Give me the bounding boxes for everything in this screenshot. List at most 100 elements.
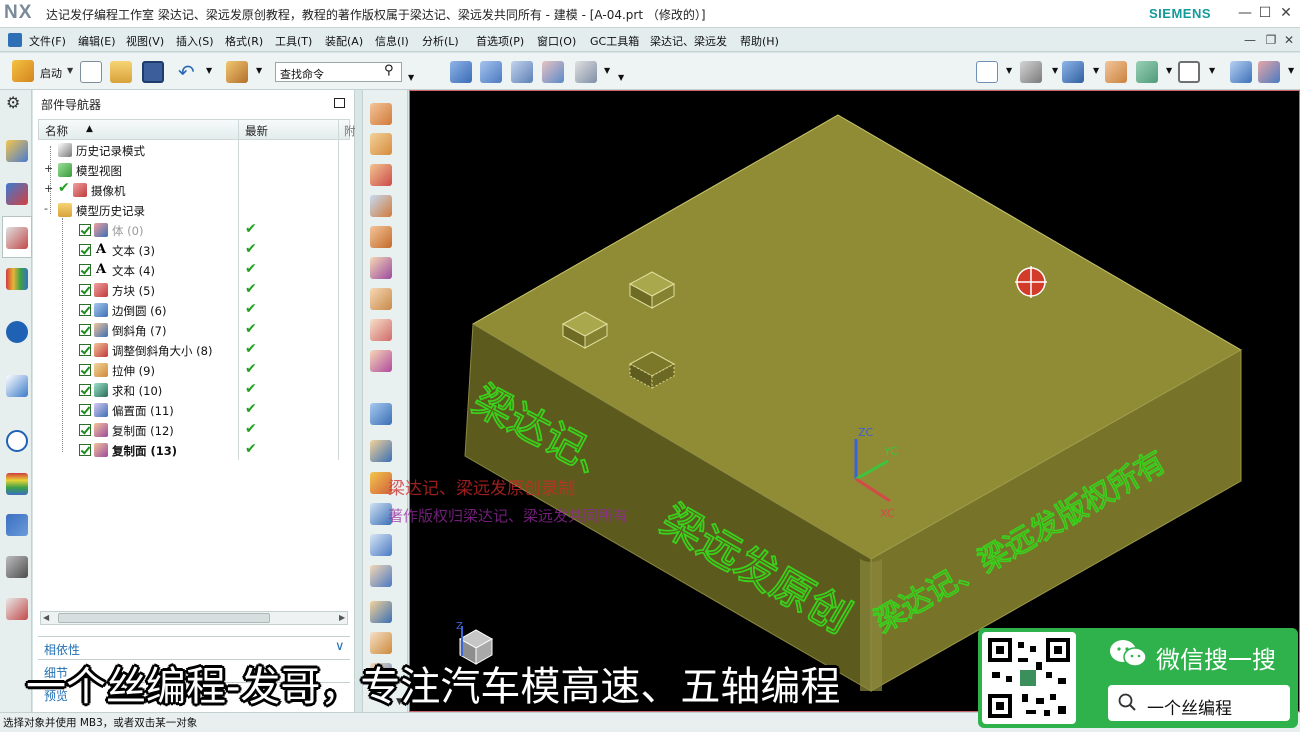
sort-ascending-icon[interactable]: ▲ — [86, 124, 93, 134]
maximize-panel-icon[interactable] — [334, 98, 345, 108]
edge-blend-tool-icon[interactable] — [370, 257, 392, 279]
draft-icon[interactable] — [370, 319, 392, 341]
constraint-navigator-icon[interactable] — [6, 183, 28, 205]
visibility-checkbox[interactable] — [79, 244, 91, 256]
visibility-checkbox[interactable] — [79, 444, 91, 456]
part-tools-icon[interactable] — [226, 61, 248, 83]
synchronous-icon[interactable] — [370, 601, 392, 623]
orient-dropdown-icon[interactable]: ▼ — [1052, 66, 1058, 75]
toolbar-overflow-icon[interactable]: ▼ — [408, 73, 414, 82]
tree-node[interactable]: 复制面 (12) ✔ — [38, 420, 350, 440]
move-object-icon[interactable] — [1230, 61, 1252, 83]
visibility-checkbox[interactable] — [79, 324, 91, 336]
expand-toggle-icon[interactable]: + — [44, 162, 53, 175]
layer-icon[interactable] — [1105, 61, 1127, 83]
visibility-checkbox[interactable] — [79, 404, 91, 416]
menu-tools[interactable]: 工具(T) — [275, 33, 312, 49]
tree-node[interactable]: 偏置面 (11) ✔ — [38, 400, 350, 420]
model-viewport[interactable]: ZC YC XC Z 梁达记、 梁远发原创 梁达记、梁远发版权所有 — [410, 91, 1300, 712]
part-tools-dropdown-icon[interactable]: ▼ — [256, 66, 262, 75]
maximize-button[interactable]: ☐ — [1256, 4, 1274, 22]
visibility-checkbox[interactable] — [79, 224, 91, 236]
column-attached[interactable]: 附 — [344, 123, 356, 139]
menu-preferences[interactable]: 首选项(P) — [476, 33, 524, 49]
tree-node[interactable]: 倒斜角 (7) ✔ — [38, 320, 350, 340]
doc-restore-button[interactable]: ❐ — [1262, 31, 1280, 49]
shade-dropdown-icon[interactable]: ▼ — [1093, 66, 1099, 75]
chamfer-tool-icon[interactable] — [370, 288, 392, 310]
replace-face-icon[interactable] — [370, 565, 392, 587]
undo-dropdown-icon[interactable]: ▼ — [206, 66, 212, 75]
menu-format[interactable]: 格式(R) — [225, 33, 263, 49]
menu-information[interactable]: 信息(I) — [375, 33, 409, 49]
shell-icon[interactable] — [370, 350, 392, 372]
visibility-checkbox[interactable] — [79, 264, 91, 276]
minimize-button[interactable]: — — [1236, 4, 1254, 22]
part-navigator-icon[interactable] — [6, 227, 28, 249]
scrollbar-thumb[interactable] — [58, 613, 270, 623]
info-icon[interactable] — [6, 321, 28, 343]
wcs-icon[interactable] — [1136, 61, 1158, 83]
tree-node[interactable]: 历史记录模式 — [38, 140, 350, 160]
roles-icon[interactable] — [6, 556, 28, 578]
assembly-navigator-icon[interactable] — [6, 140, 28, 162]
tree-node[interactable]: 调整倒斜角大小 (8) ✔ — [38, 340, 350, 360]
start-icon[interactable] — [12, 60, 34, 82]
web-browser-icon[interactable] — [6, 375, 28, 397]
hole-icon[interactable] — [370, 164, 392, 186]
tree-node[interactable]: + ✔ 摄像机 — [38, 180, 350, 200]
tree-node[interactable]: A 文本 (4) ✔ — [38, 260, 350, 280]
command-finder-input[interactable]: 查找命令 — [275, 62, 402, 82]
tree-node[interactable]: + 模型视图 — [38, 160, 350, 180]
orient-view-icon[interactable] — [1020, 61, 1042, 83]
save-icon[interactable] — [142, 61, 164, 83]
visibility-checkbox[interactable] — [79, 284, 91, 296]
visibility-checkbox[interactable] — [79, 364, 91, 376]
start-dropdown-icon[interactable]: ▼ — [67, 66, 73, 75]
menu-help[interactable]: 帮助(H) — [740, 33, 779, 49]
expand-toggle-icon[interactable]: + — [44, 182, 53, 195]
menu-window[interactable]: 窗口(O) — [537, 33, 576, 49]
toolbar2-overflow-icon[interactable]: ▼ — [618, 73, 624, 82]
extrude-icon[interactable] — [370, 133, 392, 155]
close-button[interactable]: ✕ — [1277, 4, 1295, 22]
process-studio-icon[interactable] — [6, 514, 28, 536]
scroll-left-icon[interactable]: ◀ — [43, 613, 49, 622]
delete-face-icon[interactable] — [370, 534, 392, 556]
tree-node[interactable]: 边倒圆 (6) ✔ — [38, 300, 350, 320]
doc-minimize-button[interactable]: — — [1241, 31, 1259, 49]
transform-icon[interactable] — [1258, 61, 1280, 83]
move-face-icon[interactable] — [370, 440, 392, 462]
menu-insert[interactable]: 插入(S) — [176, 33, 214, 49]
sketch-icon[interactable] — [370, 103, 392, 125]
column-latest[interactable]: 最新 — [245, 123, 268, 139]
tree-node[interactable]: A 文本 (3) ✔ — [38, 240, 350, 260]
surface-dropdown-icon[interactable]: ▼ — [604, 66, 610, 75]
reuse-library-icon[interactable] — [6, 268, 28, 290]
scroll-right-icon[interactable]: ▶ — [339, 613, 345, 622]
tree-node[interactable]: 求和 (10) ✔ — [38, 380, 350, 400]
start-menu-button[interactable]: 启动 — [40, 65, 62, 81]
visibility-checkbox[interactable] — [79, 344, 91, 356]
menu-view[interactable]: 视图(V) — [126, 33, 164, 49]
doc-close-button[interactable]: ✕ — [1280, 31, 1298, 49]
surface-icon[interactable] — [450, 61, 472, 83]
tree-node[interactable]: 复制面 (13) ✔ — [38, 440, 350, 460]
tree-node[interactable]: 体 (0) ✔ — [38, 220, 350, 240]
history-palette-icon[interactable] — [6, 598, 28, 620]
search-icon[interactable]: ⚲ — [384, 63, 394, 78]
system-materials-icon[interactable] — [6, 473, 28, 495]
tree-node[interactable]: 方块 (5) ✔ — [38, 280, 350, 300]
tree-node[interactable]: - 模型历史记录 — [38, 200, 350, 220]
tree-node[interactable]: 拉伸 (9) ✔ — [38, 360, 350, 380]
background-icon[interactable] — [1178, 61, 1200, 83]
transform-dropdown-icon[interactable]: ▼ — [1288, 66, 1294, 75]
fit-view-icon[interactable] — [976, 61, 998, 83]
trim-body-icon[interactable] — [370, 632, 392, 654]
menu-file[interactable]: 文件(F) — [29, 33, 66, 49]
new-file-icon[interactable] — [80, 61, 102, 83]
menu-gc-toolkit[interactable]: GC工具箱 — [590, 33, 639, 49]
boolean-icon[interactable] — [370, 195, 392, 217]
menu-assembly[interactable]: 装配(A) — [325, 33, 363, 49]
app-menu-icon[interactable] — [8, 33, 22, 47]
